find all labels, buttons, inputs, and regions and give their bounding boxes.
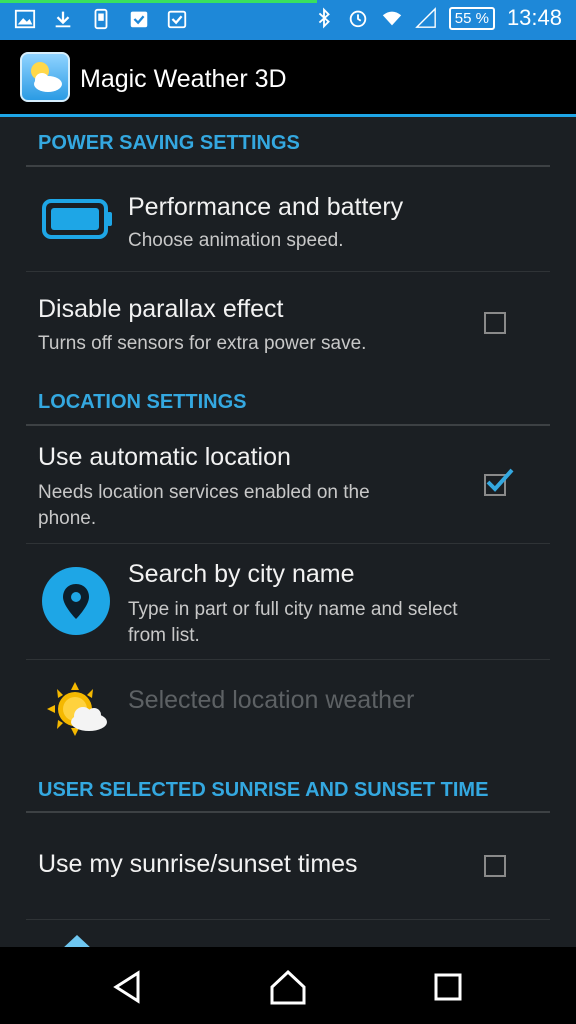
pref-subtitle: Choose animation speed. [128, 230, 344, 251]
home-icon[interactable] [268, 967, 308, 1007]
pref-title: Performance and battery [128, 193, 404, 221]
task-done-icon [130, 11, 148, 28]
sun-cloud-icon [47, 682, 107, 736]
pref-performance-battery[interactable]: Performance and battery Choose animation… [0, 167, 576, 271]
pref-title: Use my sunrise/sunset times [38, 850, 358, 878]
bluetooth-icon [318, 7, 330, 29]
signal-icon [414, 7, 436, 28]
status-bar: 55 % 13:48 [0, 0, 576, 40]
automatic-location-checkbox[interactable] [484, 468, 514, 496]
pref-search-city[interactable]: Search by city name Type in part or full… [0, 544, 576, 658]
pref-title: Disable parallax effect [38, 295, 284, 323]
pref-subtitle: Turns off sensors for extra power save. [38, 333, 367, 354]
sunrise-times-checkbox[interactable] [484, 855, 506, 877]
section-divider [26, 424, 550, 426]
gallery-icon [14, 9, 36, 29]
pref-title: Selected location weather [128, 686, 415, 714]
pref-selected-location-weather: Selected location weather [0, 660, 576, 764]
section-header-sunrise: USER SELECTED SUNRISE AND SUNSET TIME [38, 779, 489, 801]
battery-percentage: 55 % [448, 6, 495, 30]
wifi-icon [382, 11, 401, 26]
app-bar: Magic Weather 3D [0, 40, 576, 117]
checkmark-icon [486, 468, 514, 492]
parallax-checkbox[interactable] [484, 312, 506, 334]
task-done-icon [167, 10, 187, 29]
pref-use-my-sunrise-times[interactable]: Use my sunrise/sunset times [0, 814, 576, 918]
pref-title: Search by city name [128, 560, 355, 588]
section-header-power: POWER SAVING SETTINGS [38, 132, 300, 154]
pref-title: Use automatic location [38, 443, 291, 471]
pref-automatic-location[interactable]: Use automatic location Needs location se… [0, 427, 576, 542]
usb-icon [94, 8, 108, 30]
status-clock: 13:48 [506, 5, 562, 30]
battery-icon [42, 199, 112, 239]
weather-app-icon [20, 52, 70, 102]
back-icon[interactable] [108, 967, 148, 1007]
location-pin-icon [42, 567, 110, 635]
download-icon [55, 11, 71, 28]
item-divider [26, 919, 550, 920]
navigation-bar [0, 947, 576, 1024]
recents-icon[interactable] [428, 967, 468, 1007]
download-progress [0, 0, 317, 3]
section-header-location: LOCATION SETTINGS [38, 391, 247, 413]
pref-subtitle: Type in part or full city name and selec… [128, 599, 458, 646]
app-title: Magic Weather 3D [80, 65, 287, 93]
pref-disable-parallax[interactable]: Disable parallax effect Turns off sensor… [0, 272, 576, 376]
section-divider [26, 811, 550, 813]
pref-subtitle: Needs location services enabled on the p… [38, 482, 370, 529]
alarm-icon [349, 10, 366, 28]
settings-list[interactable]: POWER SAVING SETTINGS Performance and ba… [0, 117, 576, 947]
partial-item-icon [64, 935, 90, 947]
